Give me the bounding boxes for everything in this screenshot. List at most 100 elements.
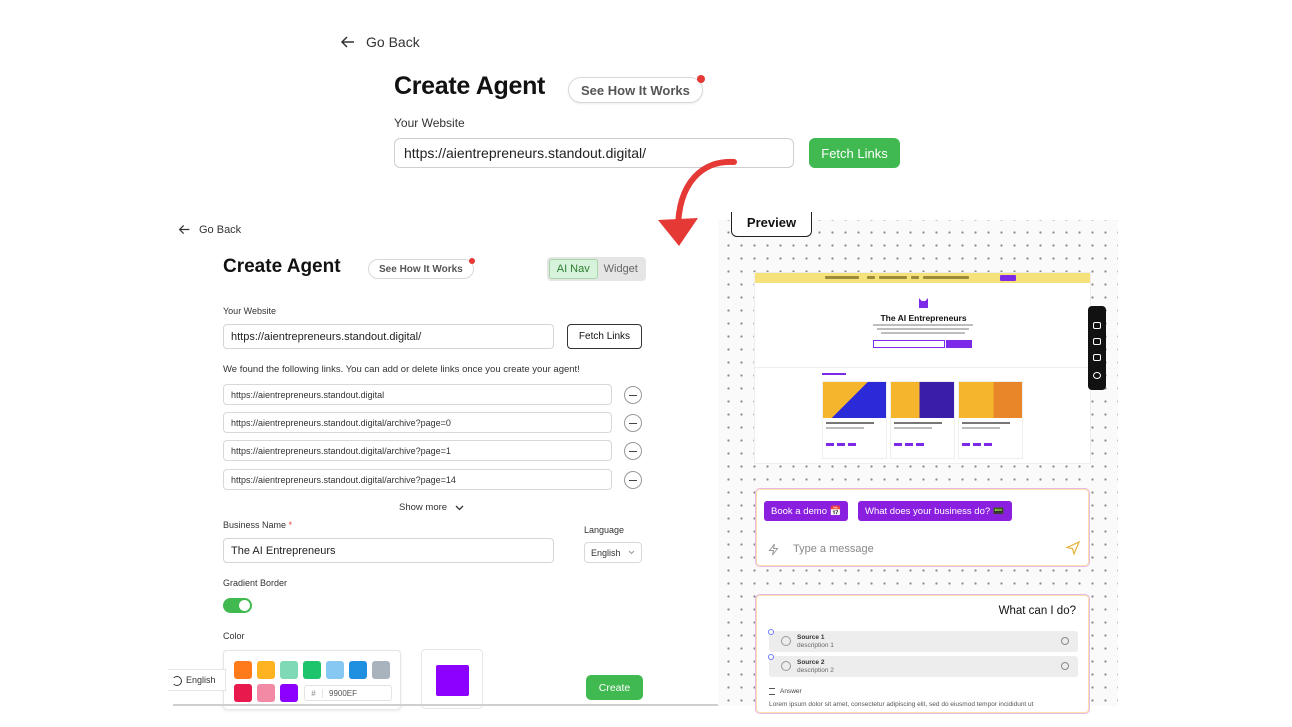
business-name-label-text: Business Name: [223, 520, 287, 530]
website-label: Your Website: [394, 116, 465, 130]
see-how-it-works-button[interactable]: See How It Works: [568, 75, 705, 103]
required-mark: *: [288, 520, 293, 530]
site-post-card: [890, 381, 955, 459]
chat-placeholder: Type a message: [793, 543, 874, 555]
gear-icon[interactable]: [1093, 372, 1101, 379]
link-field[interactable]: https://aientrepreneurs.standout.digital…: [223, 412, 612, 433]
tab-widget[interactable]: Widget: [598, 259, 645, 279]
chevron-down-icon: [455, 505, 464, 510]
site-email-input: [873, 340, 945, 348]
chat-input[interactable]: Type a message: [768, 541, 1080, 557]
form-website-input[interactable]: https://aientrepreneurs.standout.digital…: [223, 324, 554, 349]
source-name: Source 2: [797, 659, 825, 666]
send-icon[interactable]: [1066, 541, 1080, 555]
source-icon: [781, 636, 791, 646]
source-icon: [781, 661, 791, 671]
link-icon[interactable]: [1061, 662, 1069, 670]
answer-text: Lorem ipsum dolor sit amet, consectetur …: [769, 701, 1034, 708]
remove-link-icon[interactable]: [624, 441, 642, 460]
window-icon[interactable]: [1093, 354, 1101, 361]
color-swatch[interactable]: [280, 684, 298, 702]
color-swatch[interactable]: [326, 661, 344, 679]
top-go-back-link[interactable]: Go Back: [340, 34, 420, 50]
remove-link-icon[interactable]: [624, 385, 642, 404]
website-preview: The AI Entrepreneurs: [754, 272, 1091, 464]
suggestion-chip[interactable]: What does your business do? 📟: [858, 501, 1012, 521]
arrow-left-icon: [340, 36, 354, 48]
site-logo: [919, 298, 928, 308]
color-swatch[interactable]: [280, 661, 298, 679]
suggestion-chip[interactable]: Book a demo 📅: [764, 501, 849, 521]
language-select[interactable]: English: [584, 542, 642, 563]
business-name-label: Business Name *: [223, 520, 292, 530]
remove-link-icon[interactable]: [624, 413, 642, 432]
color-label: Color: [223, 631, 245, 641]
link-field[interactable]: https://aientrepreneurs.standout.digital…: [223, 440, 612, 461]
color-swatch[interactable]: [349, 661, 367, 679]
found-links-text: We found the following links. You can ad…: [223, 364, 580, 375]
language-label: Language: [584, 525, 625, 535]
preview-toolbar: [1088, 306, 1106, 390]
see-how-label: See How It Works: [581, 82, 690, 98]
page-title: Create Agent: [394, 72, 546, 100]
create-button[interactable]: Create: [586, 675, 643, 700]
gradient-border-label: Gradient Border: [223, 578, 288, 588]
site-title: The AI Entrepreneurs: [880, 313, 967, 323]
site-post-card: [822, 381, 887, 459]
fetch-links-button[interactable]: Fetch Links: [809, 138, 900, 168]
site-post-card: [958, 381, 1023, 459]
source-item[interactable]: Source 1 description 1: [768, 629, 1078, 652]
arrow-left-icon: [178, 225, 190, 234]
color-swatch[interactable]: [234, 684, 252, 702]
link-row: https://aientrepreneurs.standout.digital…: [223, 469, 643, 490]
color-swatch[interactable]: [234, 661, 252, 679]
go-back-label: Go Back: [366, 34, 420, 50]
notification-dot: [696, 75, 705, 83]
form-title: Create Agent: [223, 256, 341, 277]
color-swatch[interactable]: [257, 684, 275, 702]
color-palette: # 9900EF: [223, 650, 401, 710]
form-website-label: Your Website: [223, 306, 277, 316]
form-fetch-links-button[interactable]: Fetch Links: [567, 324, 642, 349]
capabilities-card: What can I do? Source 1 description 1 So…: [755, 594, 1090, 714]
link-row: https://aientrepreneurs.standout.digital: [223, 384, 643, 405]
link-row: https://aientrepreneurs.standout.digital…: [223, 440, 643, 461]
link-field[interactable]: https://aientrepreneurs.standout.digital: [223, 384, 612, 405]
hex-value: 9900EF: [329, 688, 358, 698]
site-nav-bar: [755, 273, 1090, 283]
site-subscribe-button: [946, 340, 972, 348]
answer-label: Answer: [769, 688, 802, 695]
color-swatch[interactable]: [257, 661, 275, 679]
selected-color-swatch: [436, 665, 469, 696]
color-swatch[interactable]: [303, 661, 321, 679]
language-value: English: [591, 547, 621, 558]
link-icon[interactable]: [1061, 637, 1069, 645]
lightning-icon: [768, 543, 779, 555]
video-icon[interactable]: [1093, 338, 1101, 345]
bottom-language-tag[interactable]: English: [168, 669, 226, 691]
tab-ai-nav[interactable]: AI Nav: [549, 259, 598, 279]
divider: [173, 704, 725, 706]
camera-icon[interactable]: [1093, 322, 1101, 329]
show-more-button[interactable]: Show more: [399, 502, 464, 513]
go-back-label: Go Back: [199, 223, 242, 236]
link-field[interactable]: https://aientrepreneurs.standout.digital…: [223, 469, 612, 490]
form-go-back-link[interactable]: Go Back: [178, 223, 241, 236]
hex-input[interactable]: # 9900EF: [304, 685, 392, 701]
source-desc: description 1: [797, 642, 834, 649]
source-desc: description 2: [797, 667, 834, 674]
gradient-border-toggle[interactable]: [223, 598, 252, 613]
color-swatch[interactable]: [372, 661, 390, 679]
source-item[interactable]: Source 2 description 2: [768, 654, 1078, 677]
hex-prefix: #: [305, 688, 323, 698]
preview-tab[interactable]: Preview: [731, 212, 812, 237]
source-name: Source 1: [797, 634, 825, 641]
business-name-input[interactable]: The AI Entrepreneurs: [223, 538, 554, 563]
chat-widget: Book a demo 📅 What does your business do…: [755, 488, 1090, 567]
remove-link-icon[interactable]: [624, 470, 642, 489]
show-more-label: Show more: [399, 502, 448, 513]
see-how-label: See How It Works: [379, 263, 463, 275]
link-row: https://aientrepreneurs.standout.digital…: [223, 412, 643, 433]
capabilities-title: What can I do?: [998, 605, 1076, 617]
form-see-how-button[interactable]: See How It Works: [368, 258, 475, 279]
